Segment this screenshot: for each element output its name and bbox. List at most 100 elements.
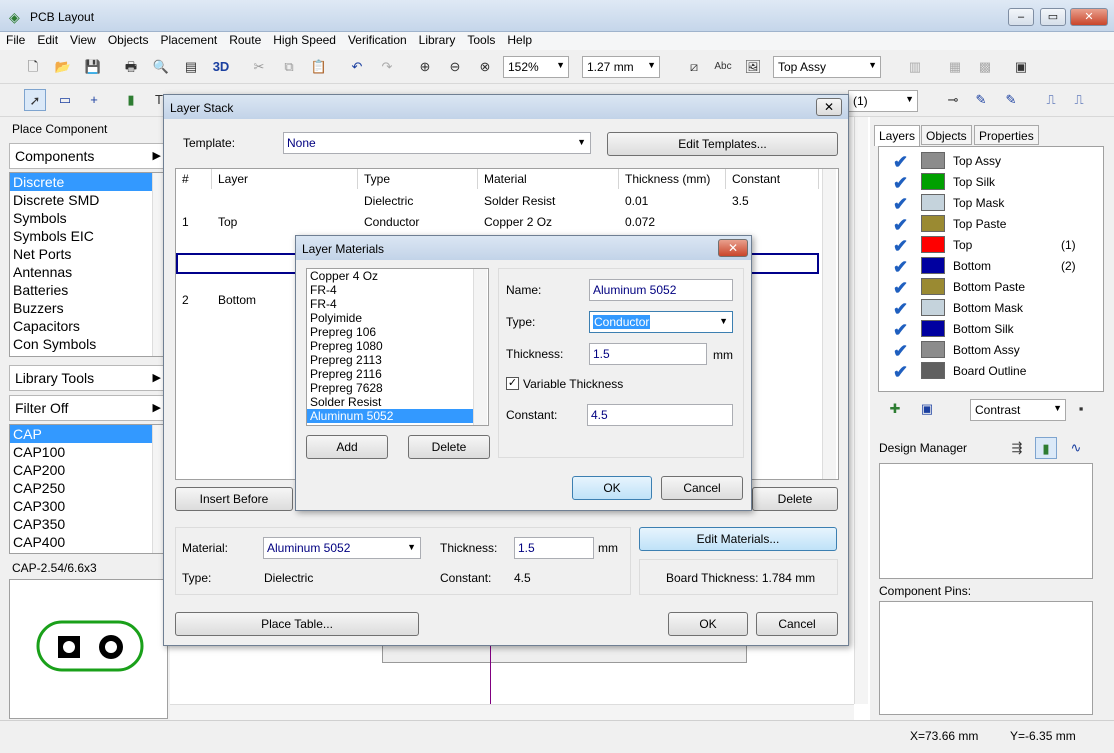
table-row[interactable]: Dielectric Solder Resist 0.01 3.5 [176, 194, 819, 214]
check-icon[interactable]: ✔ [893, 278, 908, 299]
layer-select-combo[interactable]: (1) ▼ [848, 90, 918, 112]
paste-icon[interactable]: 📋 [308, 56, 330, 78]
place-table-button[interactable]: Place Table... [175, 612, 419, 636]
component-pins-box[interactable] [879, 601, 1093, 715]
component-icon[interactable]: ▦ [944, 56, 966, 78]
route-icon[interactable]: ⊸ [942, 89, 964, 111]
signal-icon[interactable]: ⎍ [1040, 89, 1062, 111]
check-icon[interactable]: ✔ [893, 257, 908, 278]
layer-stack-cancel-button[interactable]: Cancel [756, 612, 838, 636]
filter-header[interactable]: Filter Off ▶ [9, 395, 166, 421]
layer-edit-icon[interactable]: ⧄ [683, 56, 705, 78]
list-item[interactable]: Polyimide [307, 311, 473, 325]
report-icon[interactable]: ▤ [180, 56, 202, 78]
components-list[interactable]: Discrete Discrete SMD Symbols Symbols EIC Ne… [9, 172, 166, 357]
layer-color-swatch[interactable] [921, 194, 945, 211]
list-item[interactable]: Discrete [10, 173, 165, 191]
layer-row[interactable]: ✔ Bottom Mask [889, 298, 1079, 319]
list-item[interactable]: FR-4 [307, 283, 473, 297]
material-combo[interactable]: Aluminum 5052 ▼ [263, 537, 421, 559]
add-material-button[interactable]: Add [306, 435, 388, 459]
undo-icon[interactable]: ↶ [346, 56, 368, 78]
redo-icon[interactable]: ↷ [376, 56, 398, 78]
menu-objects[interactable]: Objects [102, 32, 155, 47]
list-item[interactable]: Copper 4 Oz [307, 269, 473, 283]
column-header[interactable]: Material [478, 169, 619, 189]
image-icon[interactable]: 🖼 [742, 56, 764, 78]
menu-high-speed[interactable]: High Speed [267, 32, 342, 47]
grid-combo[interactable]: 1.27 mm ▼ [582, 56, 660, 78]
layer-color-swatch[interactable] [921, 299, 945, 316]
tab-objects[interactable]: Objects [921, 125, 972, 145]
new-file-icon[interactable]: 🗋 [22, 56, 44, 78]
list-item[interactable]: CAP300 [10, 497, 165, 515]
thickness-field[interactable]: 1.5 [514, 537, 594, 559]
list-item[interactable]: CAP200 [10, 461, 165, 479]
canvas-vertical-scrollbar[interactable] [854, 117, 868, 704]
copy-icon[interactable]: ⧉ [278, 56, 300, 78]
layer-row[interactable]: ✔ Top Assy [889, 151, 1079, 172]
list-item[interactable]: Prepreg 2113 [307, 353, 473, 367]
mat-constant-field[interactable]: 4.5 [587, 404, 733, 426]
list-item[interactable]: Capacitors [10, 317, 165, 335]
check-icon[interactable]: ✔ [893, 236, 908, 257]
maximize-button[interactable]: ▭ [1040, 8, 1066, 26]
menu-verification[interactable]: Verification [342, 32, 413, 47]
layer-color-swatch[interactable] [921, 362, 945, 379]
list-item[interactable]: Symbols [10, 209, 165, 227]
variable-thickness-checkbox[interactable]: ✓ [506, 377, 519, 390]
3d-view-button[interactable]: 3D [210, 56, 232, 78]
column-header[interactable]: Type [358, 169, 478, 189]
chip-icon[interactable]: ▩ [974, 56, 996, 78]
list-item[interactable]: Prepreg 2116 [307, 367, 473, 381]
table-row[interactable]: 1 Top Conductor Copper 2 Oz 0.072 [176, 215, 819, 235]
layer-row[interactable]: ✔ Bottom (2) [889, 256, 1079, 277]
layer-color-swatch[interactable] [921, 152, 945, 169]
layer-color-swatch[interactable] [921, 278, 945, 295]
menu-view[interactable]: View [64, 32, 102, 47]
parts-list[interactable]: CAP CAP100 CAP200 CAP250 CAP300 CAP350 CAP400 [9, 424, 166, 554]
list-item[interactable]: Net Ports [10, 245, 165, 263]
layer-row[interactable]: ✔ Top (1) [889, 235, 1079, 256]
list-item[interactable]: Prepreg 1080 [307, 339, 473, 353]
list-item[interactable]: CAP100 [10, 443, 165, 461]
zoom-combo[interactable]: 152% ▼ [503, 56, 569, 78]
delete-material-button[interactable]: Delete [408, 435, 490, 459]
menu-placement[interactable]: Placement [155, 32, 224, 47]
ruler-icon[interactable]: ▭ [54, 89, 76, 111]
check-icon[interactable]: ✔ [893, 152, 908, 173]
list-item[interactable]: CAP350 [10, 515, 165, 533]
layer-stack-ok-button[interactable]: OK [668, 612, 748, 636]
column-header[interactable]: Thickness (mm) [619, 169, 726, 189]
menu-tools[interactable]: Tools [461, 32, 501, 47]
layer-color-swatch[interactable] [921, 236, 945, 253]
layer-stack-close-button[interactable]: ✕ [816, 98, 842, 116]
layer-color-swatch[interactable] [921, 173, 945, 190]
edit-materials-button[interactable]: Edit Materials... [639, 527, 837, 551]
layer-materials-close-button[interactable]: ✕ [718, 239, 748, 257]
list-item[interactable]: Aluminum 5052 [307, 409, 473, 423]
layer-row[interactable]: ✔ Top Mask [889, 193, 1079, 214]
column-header[interactable]: Layer [212, 169, 358, 189]
check-icon[interactable]: ✔ [893, 215, 908, 236]
layer-view-combo[interactable]: Top Assy ▼ [773, 56, 881, 78]
list-item[interactable]: Solder Resist [307, 395, 473, 409]
tab-properties[interactable]: Properties [974, 125, 1039, 145]
select-arrow-icon[interactable]: ➚ [24, 89, 46, 111]
check-icon[interactable]: ✔ [893, 341, 908, 362]
dm-list-icon[interactable]: ⇶ [1006, 437, 1028, 459]
contrast-combo[interactable]: Contrast ▼ [970, 399, 1066, 421]
save-icon[interactable]: 💾 [82, 56, 104, 78]
properties-icon[interactable]: ▣ [1010, 56, 1032, 78]
layers-list[interactable]: ✔ Top Assy ✔ Top Silk ✔ Top Mask ✔ Top Paste ✔ To… [878, 146, 1104, 392]
crosshair-icon[interactable]: + [83, 89, 105, 111]
design-manager-box[interactable] [879, 463, 1093, 579]
signal-2-icon[interactable]: ⎍ [1068, 89, 1090, 111]
layer-row[interactable]: ✔ Board Outline [889, 361, 1079, 382]
component-place-icon[interactable]: ▮ [120, 89, 142, 111]
layer-row[interactable]: ✔ Bottom Assy [889, 340, 1079, 361]
layer-overlap-icon[interactable]: ▪ [1070, 398, 1092, 420]
edit-trace-2-icon[interactable]: ✎ [1000, 89, 1022, 111]
mat-name-field[interactable]: Aluminum 5052 [589, 279, 733, 301]
column-header[interactable]: Constant [726, 169, 819, 189]
